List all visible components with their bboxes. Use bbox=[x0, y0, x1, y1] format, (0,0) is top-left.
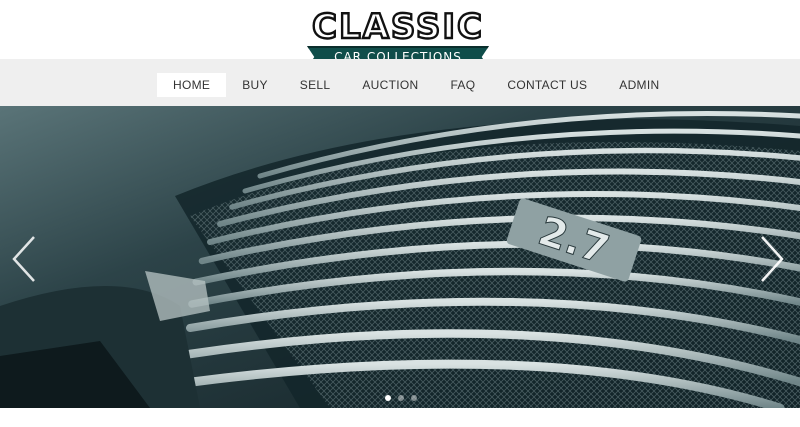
slider-dot-1[interactable] bbox=[385, 395, 391, 401]
logo-wordmark: CLASSIC bbox=[311, 7, 484, 47]
nav-item-admin[interactable]: ADMIN bbox=[603, 73, 675, 97]
site-header: CLASSIC CAR COLLECTIONS bbox=[0, 0, 800, 68]
chevron-right-icon bbox=[761, 236, 784, 282]
main-nav: HOME BUY SELL AUCTION FAQ CONTACT US ADM… bbox=[157, 73, 675, 97]
content-area-top bbox=[0, 408, 800, 427]
slider-dot-3[interactable] bbox=[411, 395, 417, 401]
slider-pagination bbox=[385, 395, 417, 401]
slider-next-button[interactable] bbox=[758, 234, 786, 284]
slider-dot-2[interactable] bbox=[398, 395, 404, 401]
nav-item-home[interactable]: HOME bbox=[157, 73, 227, 97]
nav-item-buy[interactable]: BUY bbox=[226, 73, 284, 97]
nav-item-faq[interactable]: FAQ bbox=[434, 73, 491, 97]
nav-item-auction[interactable]: AUCTION bbox=[346, 73, 434, 97]
nav-item-sell[interactable]: SELL bbox=[284, 73, 347, 97]
main-navigation-bar: HOME BUY SELL AUCTION FAQ CONTACT US ADM… bbox=[0, 59, 800, 106]
nav-item-contact-us[interactable]: CONTACT US bbox=[491, 73, 603, 97]
slider-prev-button[interactable] bbox=[10, 234, 38, 284]
hero-slider: 2.7 bbox=[0, 106, 800, 408]
chevron-left-icon bbox=[12, 236, 35, 282]
hero-slide-image: 2.7 bbox=[0, 106, 800, 408]
